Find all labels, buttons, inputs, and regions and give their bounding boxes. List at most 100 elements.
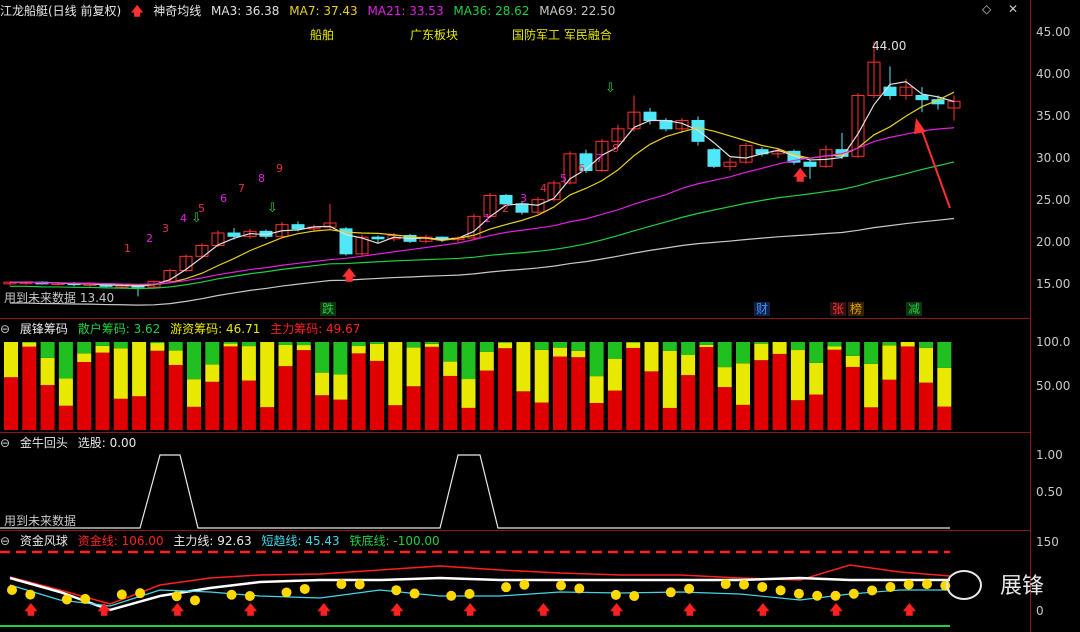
stock-title[interactable]: 江龙船艇(日线 前复权): [0, 4, 121, 18]
up-arrow-icon: 🡅: [390, 603, 404, 618]
event-tag-fall[interactable]: 跌: [320, 302, 337, 316]
fund-ball: [922, 579, 932, 590]
fund-ball: [556, 580, 566, 591]
chip-bar-hot: [681, 354, 696, 376]
chip-bar-hot: [882, 345, 897, 380]
annotation-arrowhead: [914, 118, 926, 134]
ma36-line: [10, 161, 955, 290]
ma7-value: MA7: 37.43: [289, 4, 358, 18]
chip-bar-retail: [534, 342, 549, 350]
fund-ball: [7, 585, 17, 595]
chip-bar-main: [790, 400, 805, 430]
candle-body: [515, 203, 529, 213]
ma21-value: MA21: 33.53: [367, 4, 444, 18]
chip-bar-main: [351, 353, 366, 430]
fund-ball: [446, 590, 457, 601]
chip-bar-hot: [736, 363, 750, 405]
fund-ball: [519, 579, 530, 590]
chip-indicator-name[interactable]: 展锋筹码: [20, 322, 68, 336]
chip-bar-main: [736, 404, 750, 430]
sector-tag-ship[interactable]: 船舶: [310, 26, 334, 43]
chip-bar-retail: [443, 342, 458, 362]
sector-tag-guangdong[interactable]: 广东板块: [410, 26, 458, 43]
fund-indicator-name[interactable]: 资金风球: [20, 534, 68, 548]
collapse-icon[interactable]: ⊖: [0, 322, 10, 336]
golden-indicator-name[interactable]: 金牛回头: [20, 436, 68, 450]
right-axis-border: [1030, 0, 1031, 632]
fund-ball: [830, 590, 841, 601]
chip-bar-hot: [260, 342, 275, 408]
pick-value: 选股: 0.00: [77, 436, 137, 450]
up-arrow-icon: 🡅: [131, 4, 144, 18]
y-tick-45: 45.00: [1036, 25, 1071, 39]
future-data-label: 用到未来数据: [4, 514, 77, 528]
up-arrow-icon: 🡅: [98, 603, 112, 618]
up-arrow-icon: 🡅: [610, 603, 624, 618]
chip-bar-hot: [845, 355, 860, 367]
chip-bar-retail: [187, 342, 201, 380]
chip-bar-retail: [168, 342, 183, 351]
chip-bar-retail: [113, 342, 128, 349]
up-arrow-icon: 🡅: [683, 603, 697, 618]
collapse-icon[interactable]: ⊖: [0, 436, 10, 450]
chip-bar-hot: [662, 350, 677, 408]
sequence-label: 6: [578, 162, 585, 175]
sector-tag-defense[interactable]: 国防军工 军民融合: [512, 26, 612, 43]
close-icon[interactable]: ✕: [1008, 2, 1018, 16]
fund-ball: [739, 579, 749, 590]
chip-bar-main: [772, 353, 787, 430]
chip-bar-hot: [333, 374, 348, 400]
chip-bar-hot: [424, 343, 439, 347]
chip-bar-hot: [223, 343, 238, 347]
chip-bar-hot: [95, 345, 110, 353]
chip-bar-retail: [406, 342, 421, 348]
chip-bar-main: [571, 357, 586, 430]
chip-bar-hot: [77, 353, 92, 362]
chip-bar-main: [443, 375, 458, 430]
event-tag-finance[interactable]: 财: [754, 302, 771, 316]
chip-bar-main: [516, 391, 531, 430]
chip-bar-main: [717, 387, 732, 430]
chip-bar-hot: [205, 364, 220, 382]
chip-bar-retail: [241, 342, 256, 347]
chip-bar-retail: [498, 342, 513, 343]
up-arrow-icon: 🡅: [171, 603, 185, 618]
event-tag-board[interactable]: 榜: [848, 302, 865, 316]
chip-header: ⊖ 展锋筹码 散户筹码: 3.62 游资筹码: 46.71 主力筹码: 49.6…: [0, 320, 366, 338]
chip-bar-retail: [150, 342, 165, 344]
chip-bar-main: [315, 395, 330, 430]
chip-bar-hot: [919, 347, 933, 383]
chip-bar-hot: [278, 344, 293, 367]
chip-bar-retail: [315, 342, 330, 373]
sequence-label: 8: [258, 172, 265, 185]
main-header: 江龙船艇(日线 前复权) 🡅 神奇均线 MA3: 36.38 MA7: 37.4…: [0, 2, 621, 20]
chip-bar-main: [864, 407, 879, 430]
chip-bar-main: [296, 350, 311, 430]
chip-bar-main: [900, 346, 915, 430]
chip-bar-retail: [845, 342, 860, 356]
chip-bar-hot: [809, 362, 824, 395]
chip-bar-hot: [937, 367, 952, 407]
chip-bar-main: [644, 371, 659, 430]
chip-bar-hot: [315, 372, 330, 396]
chip-bar-main: [827, 349, 842, 430]
chip-bar-hot: [58, 378, 73, 406]
chip-bar-hot: [113, 348, 128, 399]
chip-bar-hot: [168, 350, 183, 365]
fund-ball: [244, 590, 255, 601]
chip-bar-main: [919, 382, 933, 430]
sequence-label: 7: [596, 152, 603, 165]
chip-bar-main: [937, 406, 952, 430]
retail-chip-value: 散户筹码: 3.62: [77, 322, 161, 336]
event-tag-limit-up[interactable]: 张: [830, 302, 847, 316]
watermark-text: 展锋: [999, 574, 1044, 599]
diamond-icon[interactable]: ◇: [982, 2, 991, 16]
chip-bar-retail: [22, 342, 37, 343]
event-tag-reduce[interactable]: 减: [906, 302, 923, 316]
collapse-icon[interactable]: ⊖: [0, 534, 10, 548]
indicator-name[interactable]: 神奇均线: [153, 4, 201, 18]
sequence-label: 4: [540, 182, 547, 195]
fund-ball: [903, 579, 914, 590]
fund-ball: [25, 589, 36, 600]
fund-ball: [757, 581, 768, 592]
